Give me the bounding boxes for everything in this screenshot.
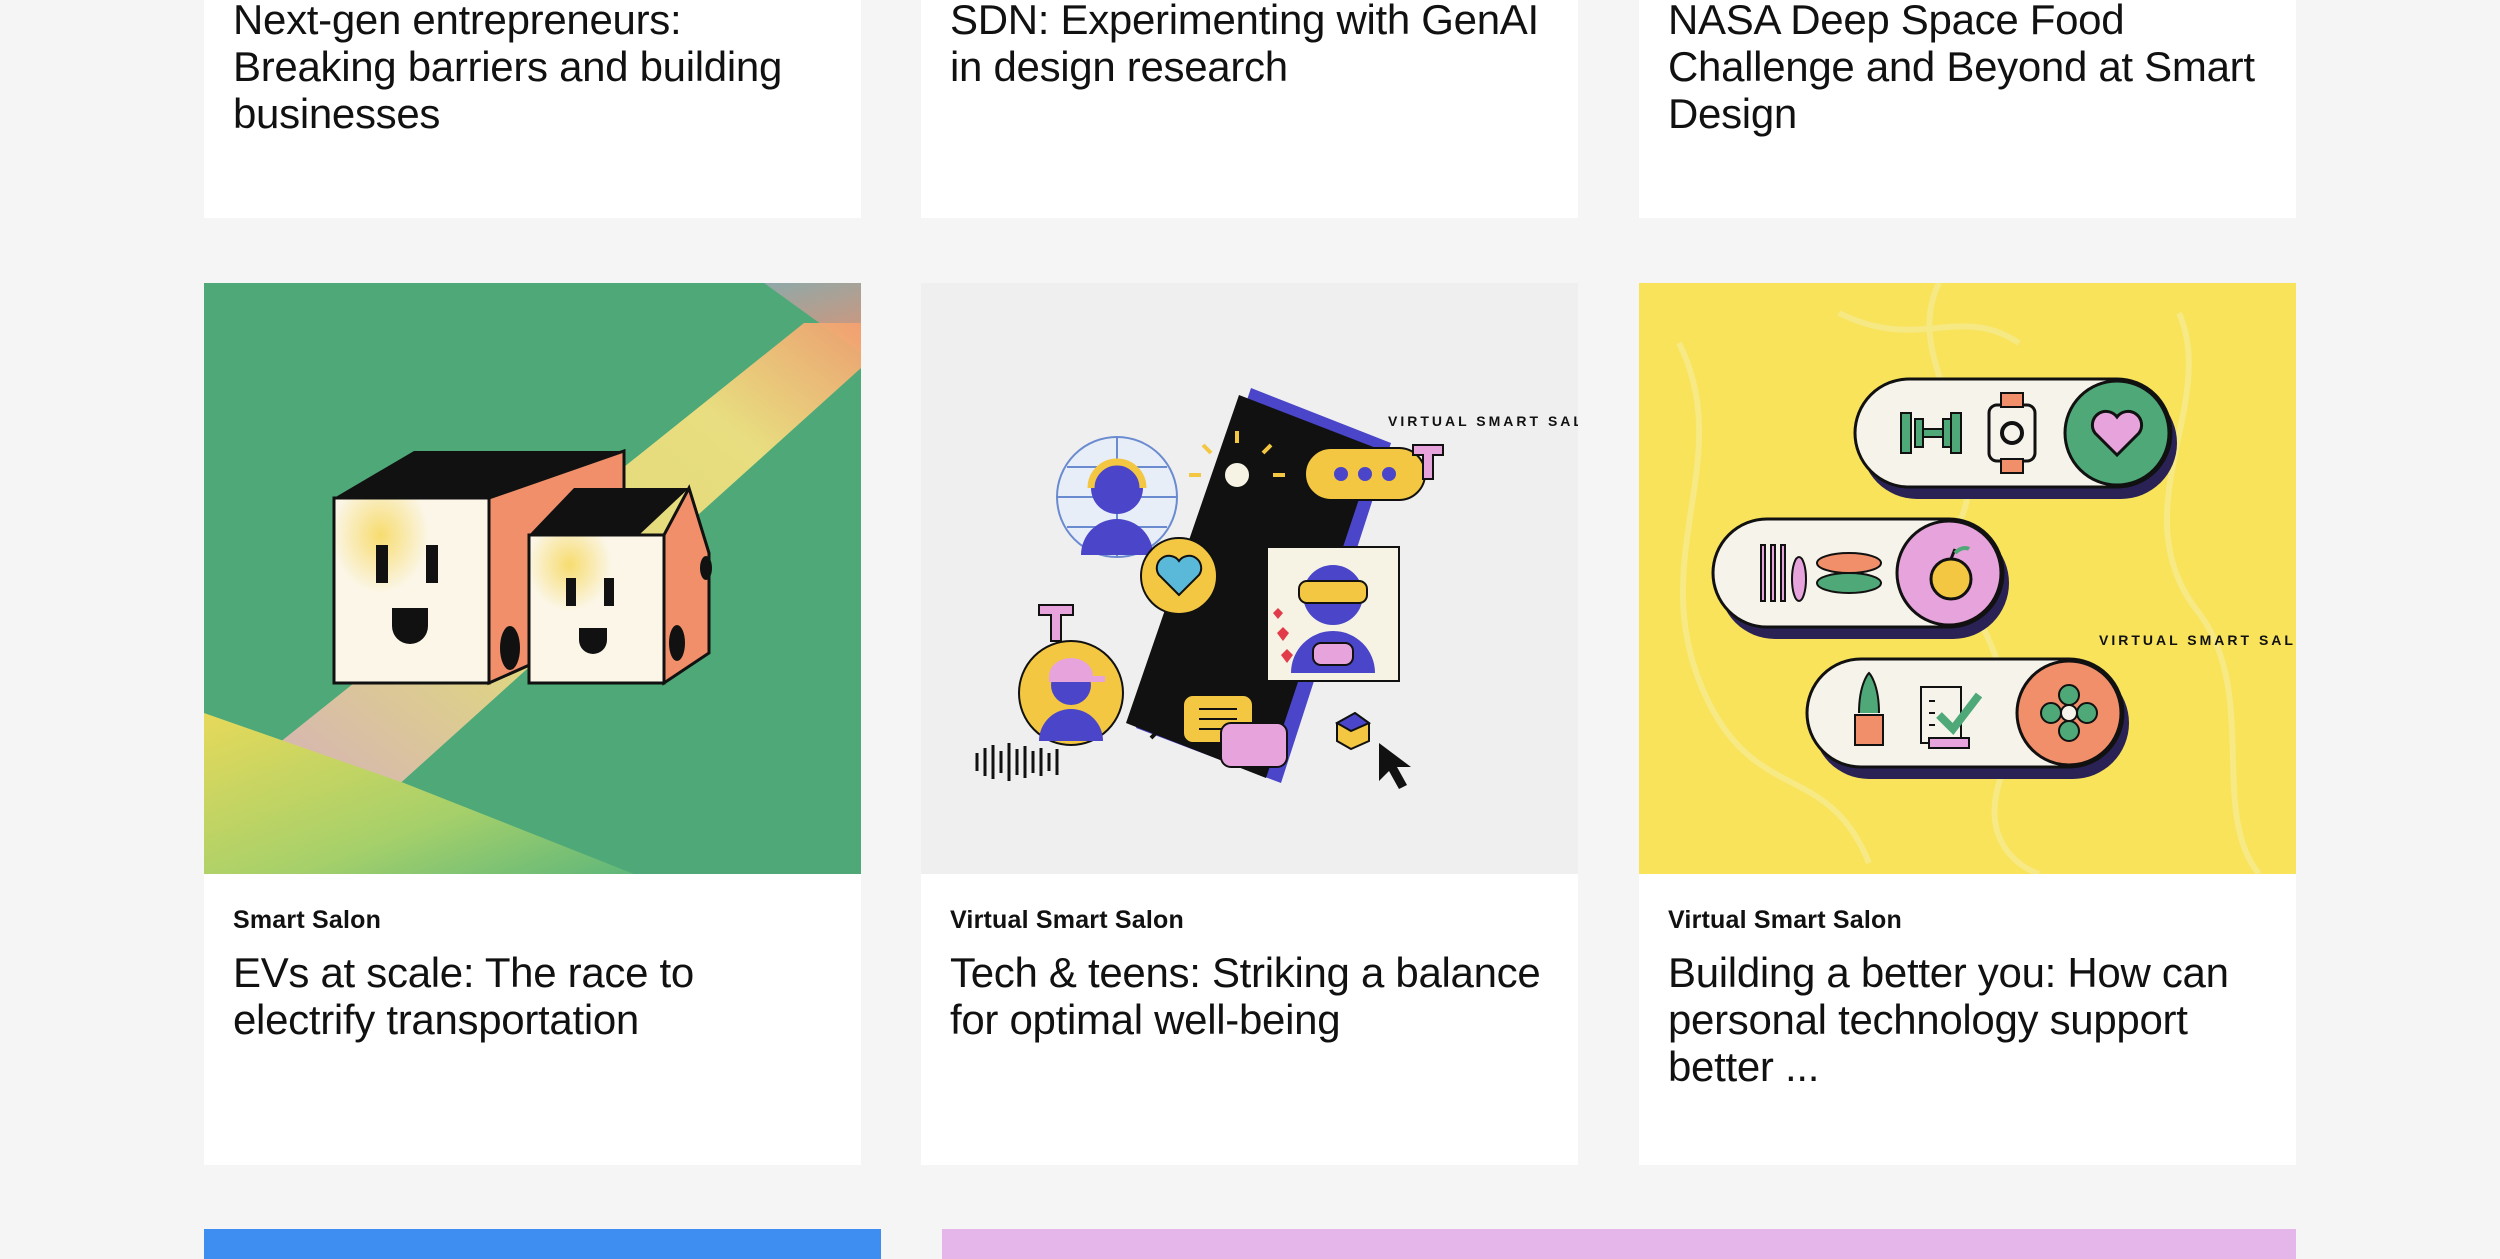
card-category: Smart Salon [233, 906, 382, 934]
card-title[interactable]: Next-gen entrepreneurs: Breaking barrier… [233, 0, 832, 137]
card-image[interactable] [204, 283, 861, 874]
article-card-image[interactable] [942, 1229, 2296, 1259]
phone-teens-illustration: VIRTUAL SMART SALON [921, 283, 1578, 874]
article-card[interactable]: VIRTUAL SMART SALON [921, 283, 1578, 1165]
card-title[interactable]: Building a better you: How can personal … [1668, 949, 2267, 1090]
card-title[interactable]: Tech & teens: Striking a balance for opt… [950, 949, 1549, 1043]
article-card[interactable]: SDN: Experimenting with GenAI in design … [921, 0, 1578, 218]
electric-trucks-illustration [204, 283, 861, 874]
card-category: Virtual Smart Salon [950, 906, 1184, 934]
svg-text:VIRTUAL SMART SALON: VIRTUAL SMART SALON [1388, 413, 1578, 429]
card-image[interactable]: VIRTUAL SMART SALON [1639, 283, 2296, 874]
article-card[interactable]: Smart Salon EVs at scale: The race to el… [204, 283, 861, 1165]
card-title[interactable]: SDN: Experimenting with GenAI in design … [950, 0, 1549, 90]
card-category: Virtual Smart Salon [1668, 906, 1902, 934]
article-card[interactable]: NASA Deep Space Food Challenge and Beyon… [1639, 0, 2296, 218]
article-card[interactable]: Next-gen entrepreneurs: Breaking barrier… [204, 0, 861, 218]
card-title[interactable]: EVs at scale: The race to electrify tran… [233, 949, 832, 1043]
card-image[interactable]: VIRTUAL SMART SALON [921, 283, 1578, 874]
article-card[interactable]: VIRTUAL SMART SALON Virtual Smart Salon … [1639, 283, 2296, 1165]
svg-text:VIRTUAL SMART SALON: VIRTUAL SMART SALON [2099, 632, 2296, 648]
article-card-image[interactable] [204, 1229, 881, 1259]
wellness-toggles-illustration: VIRTUAL SMART SALON [1639, 283, 2296, 874]
card-title[interactable]: NASA Deep Space Food Challenge and Beyon… [1668, 0, 2267, 137]
